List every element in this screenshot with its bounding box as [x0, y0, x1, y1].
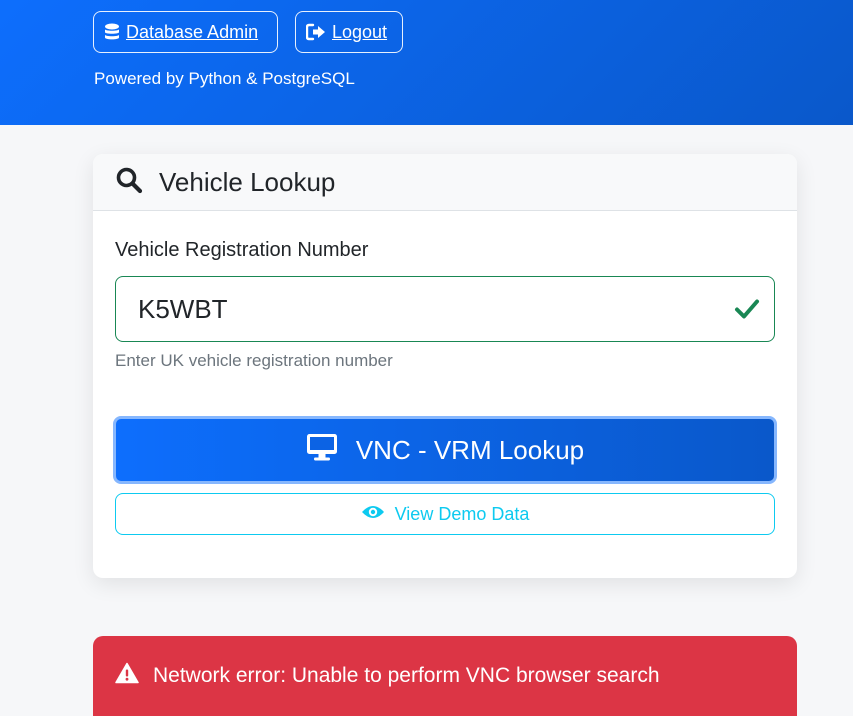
- search-icon: [115, 166, 143, 199]
- database-admin-label: Database Admin: [126, 21, 259, 42]
- desktop-icon: [306, 433, 338, 468]
- error-alert-message: Network error: Unable to perform VNC bro…: [153, 664, 660, 687]
- card-header: Vehicle Lookup: [93, 154, 797, 211]
- registration-field-label: Vehicle Registration Number: [115, 239, 369, 261]
- view-demo-data-button[interactable]: View Demo Data: [115, 493, 775, 535]
- warning-triangle-icon: [115, 662, 139, 690]
- vehicle-lookup-card: Vehicle Lookup Vehicle Registration Numb…: [93, 154, 797, 578]
- logout-label: Logout: [332, 21, 388, 42]
- registration-input-wrapper: [115, 276, 775, 342]
- sign-out-icon: [306, 23, 326, 41]
- logout-button[interactable]: Logout: [295, 11, 403, 53]
- top-header: Database Admin Logout Powered by Python …: [0, 0, 853, 125]
- registration-help-text: Enter UK vehicle registration number: [115, 351, 393, 370]
- view-demo-data-label: View Demo Data: [394, 503, 530, 524]
- database-admin-button[interactable]: Database Admin: [93, 11, 278, 53]
- powered-by-text: Powered by Python & PostgreSQL: [94, 69, 355, 88]
- eye-icon: [361, 503, 385, 526]
- vnc-vrm-lookup-label: VNC - VRM Lookup: [355, 434, 585, 465]
- database-icon: [104, 23, 120, 41]
- error-alert: Network error: Unable to perform VNC bro…: [93, 636, 797, 716]
- vnc-vrm-lookup-button[interactable]: VNC - VRM Lookup: [113, 416, 777, 484]
- check-icon: [734, 297, 760, 326]
- card-title: Vehicle Lookup: [159, 166, 336, 197]
- registration-input[interactable]: [116, 277, 716, 341]
